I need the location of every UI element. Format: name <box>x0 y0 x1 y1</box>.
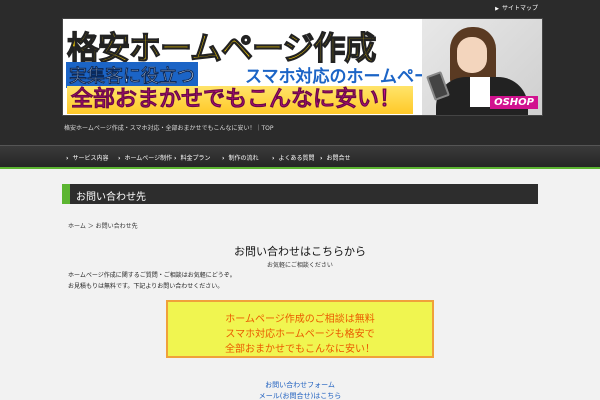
header-banner[interactable]: 格安ホームページ作成 実集客に役立つ スマホ対応のホームページ 全部おまかせでも… <box>62 18 543 116</box>
section-subheading: お気軽にご相談ください <box>267 262 333 269</box>
chevron-right-icon: › <box>118 155 121 162</box>
chevron-right-icon: › <box>272 155 275 162</box>
banner-subtitle-a: 実集客に役立つ <box>66 62 198 88</box>
nav-item-3[interactable]: › 料金プラン <box>174 153 211 162</box>
offer-box: ホームページ作成のご相談は無料 スマホ対応ホームページも格安で 全部おまかせでも… <box>166 300 434 358</box>
body-paragraph-1: ホームページ作成に関するご質問・ご相談はお気軽にどうぞ。 <box>68 272 236 279</box>
nav-item-1[interactable]: › サービス内容 <box>66 153 109 162</box>
brand-logo: OSHOP <box>490 96 538 109</box>
chevron-right-icon: › <box>320 155 323 162</box>
nav-item-5[interactable]: › よくある質問 <box>272 153 315 162</box>
global-nav: › サービス内容 › ホームページ制作 › 料金プラン › 制作の流れ › よくある質問 … <box>0 145 600 169</box>
chevron-right-icon: › <box>174 155 177 162</box>
chevron-right-icon: › <box>222 155 225 162</box>
offer-line-1: ホームページ作成のご相談は無料 <box>225 314 375 325</box>
sitemap-label: サイトマップ <box>501 5 538 12</box>
contact-form-link[interactable]: お問い合わせフォーム <box>0 380 600 390</box>
nav-item-4[interactable]: › 制作の流れ <box>222 153 259 162</box>
section-heading: お問い合わせはこちらから <box>234 245 366 258</box>
chevron-right-icon: › <box>66 155 69 162</box>
breadcrumb: ホーム ＞ お問い合わせ先 <box>68 223 138 230</box>
banner-subtitle-b: スマホ対応のホームページ <box>245 67 448 87</box>
offer-line-3: 全部おまかせでもこんなに安い！ <box>225 344 375 355</box>
email-contact-link[interactable]: メール(お問合せ)はこちら <box>0 391 600 400</box>
page-title-text: お問い合わせ先 <box>76 192 146 203</box>
triangle-right-icon: ▶ <box>495 6 499 12</box>
nav-item-6[interactable]: › お問合せ <box>320 153 351 162</box>
banner-slogan: 全部おまかせでもこんなに安い！ <box>67 86 413 114</box>
sitemap-link[interactable]: ▶ サイトマップ <box>495 3 538 12</box>
nav-item-2[interactable]: › ホームページ制作 <box>118 153 172 162</box>
site-tagline: 格安ホームページ作成・スマホ対応・全部おまかせでもこんなに安い！｜TOP <box>64 125 274 132</box>
body-paragraph-2: お見積もりは無料です。下記よりお問い合わせください。 <box>68 283 224 290</box>
page-title: お問い合わせ先 <box>62 184 538 204</box>
smartphone-icon <box>426 71 450 101</box>
site-header: ▶ サイトマップ 格安ホームページ作成 実集客に役立つ スマホ対応のホームページ … <box>0 0 600 145</box>
offer-line-2: スマホ対応ホームページも格安で <box>225 329 375 340</box>
